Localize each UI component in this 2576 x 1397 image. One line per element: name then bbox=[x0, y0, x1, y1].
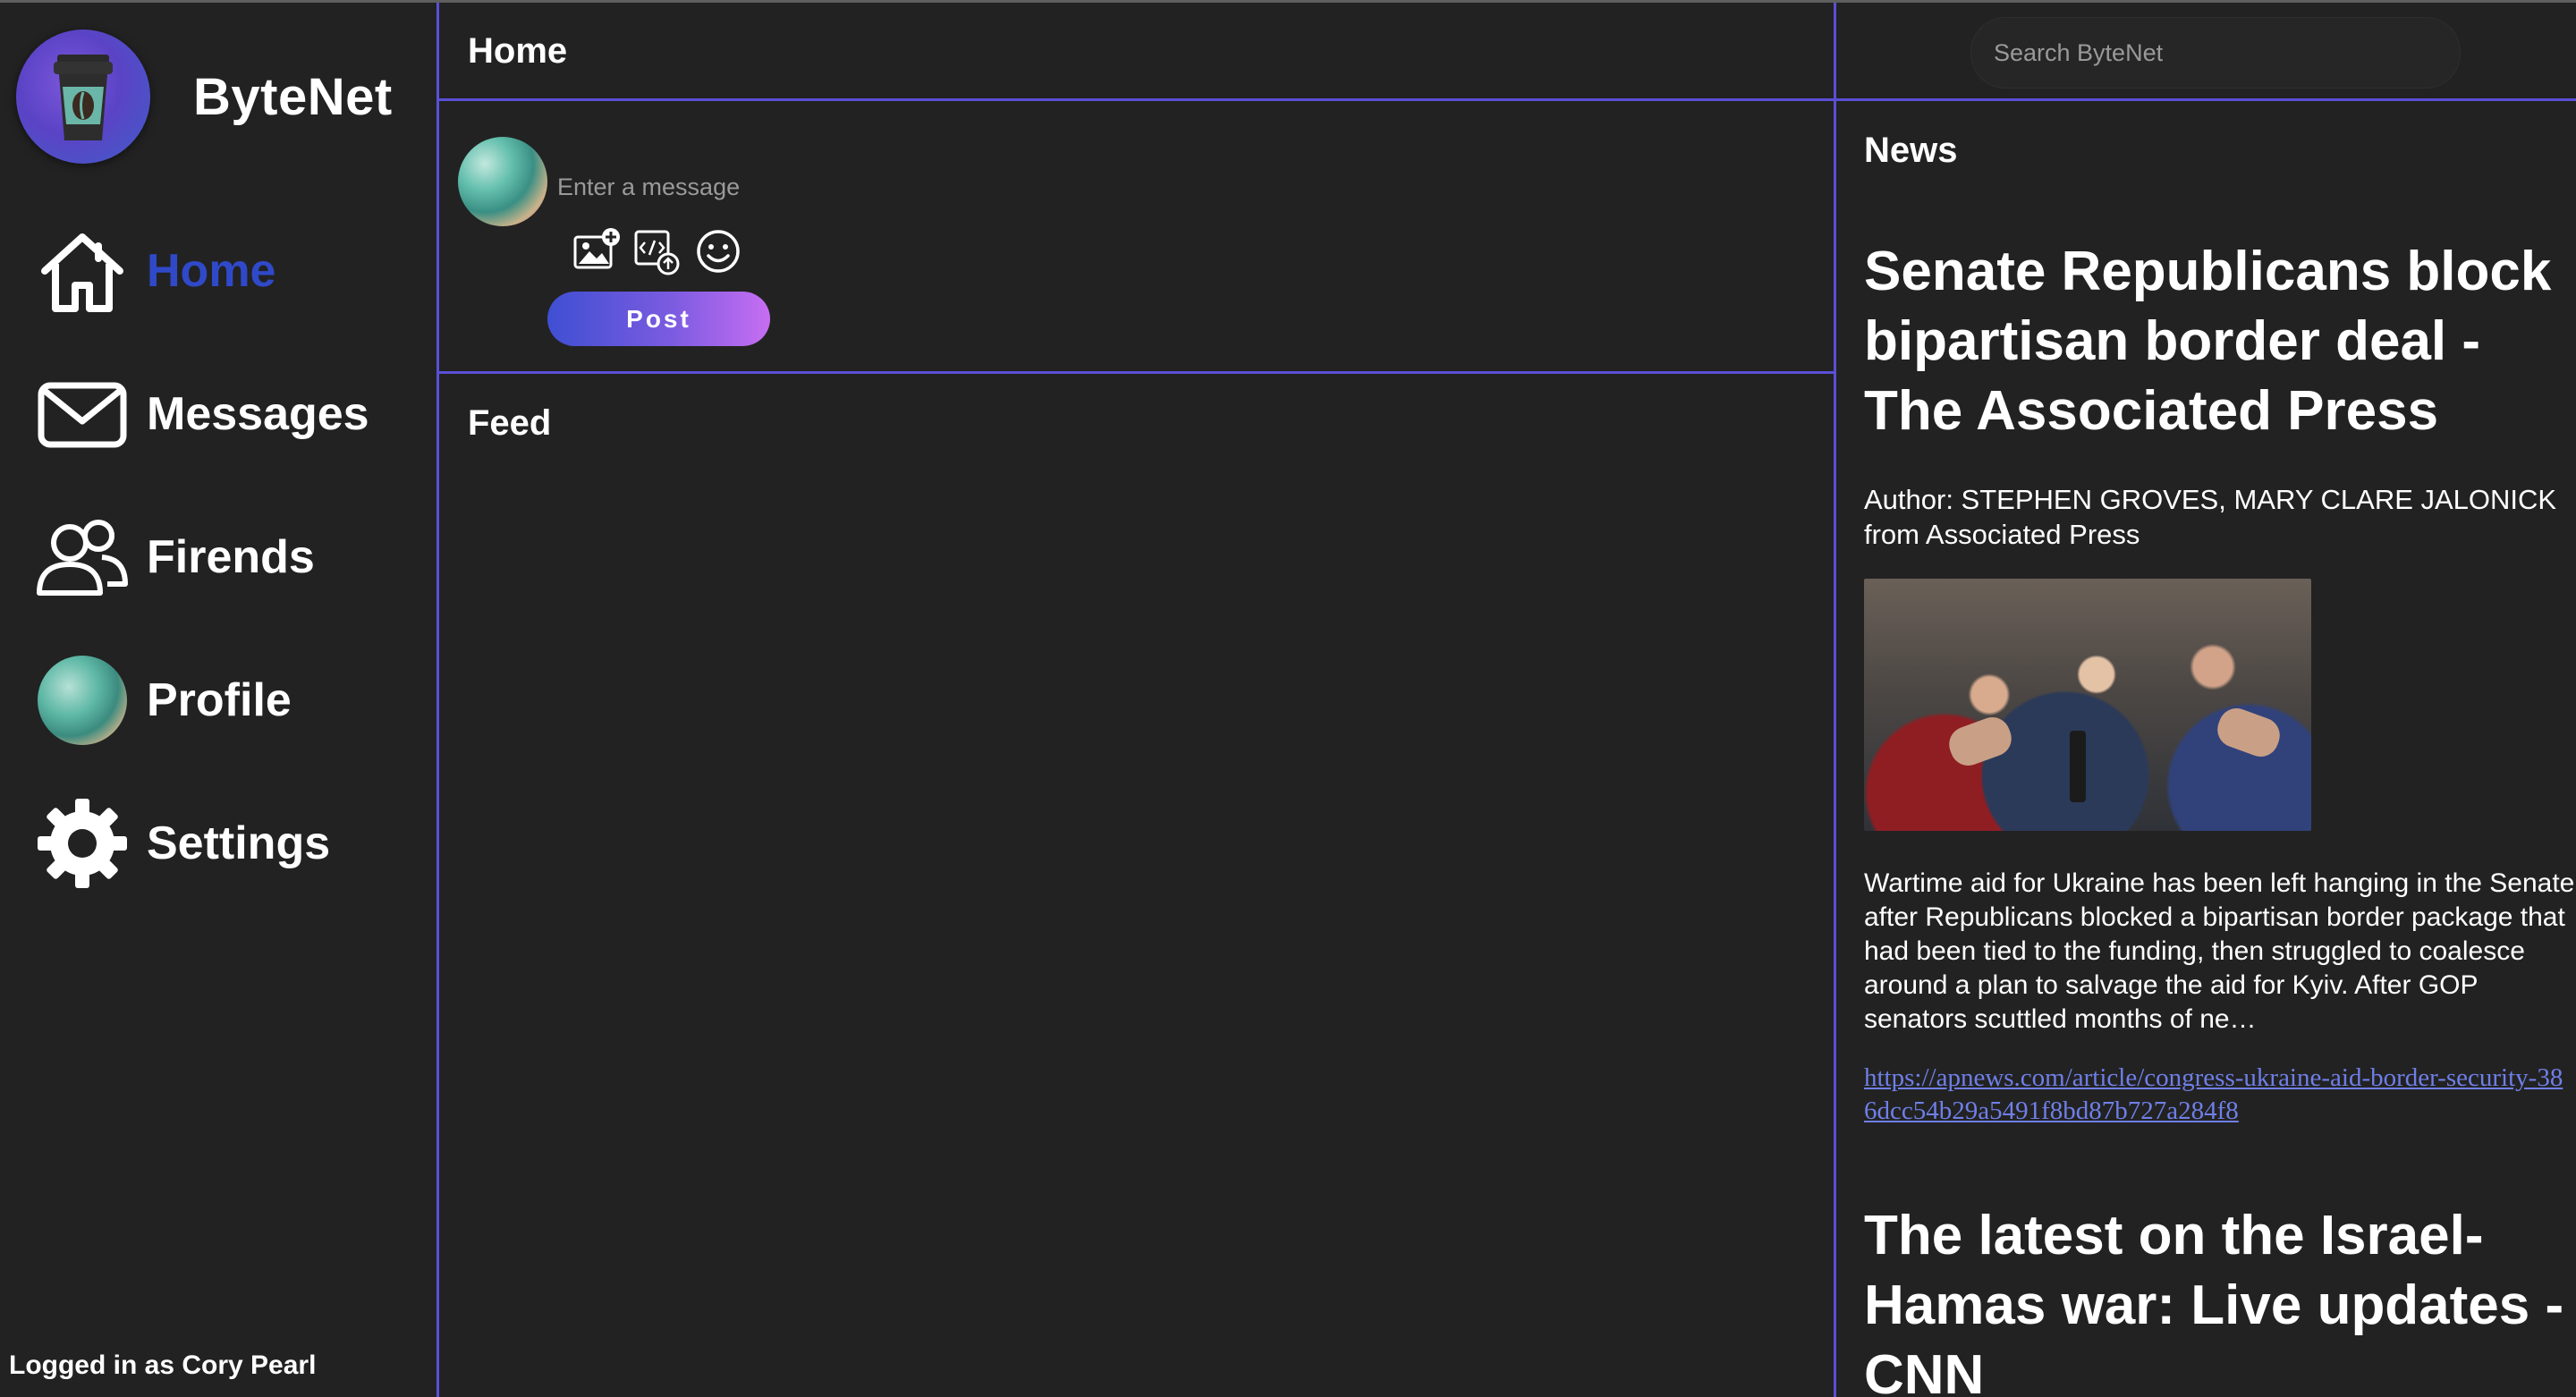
news-title: News bbox=[1864, 131, 1958, 170]
article-link[interactable]: https://apnews.com/article/congress-ukra… bbox=[1864, 1062, 2575, 1128]
page-title: Home bbox=[468, 31, 568, 71]
profile-avatar bbox=[38, 656, 127, 745]
sidebar-item-label: Home bbox=[147, 245, 276, 297]
sidebar-item-label: Settings bbox=[147, 817, 331, 869]
news-article: Senate Republicans block bipartisan bord… bbox=[1864, 237, 2575, 1128]
sidebar-item-label: Firends bbox=[147, 531, 315, 583]
feed-title: Feed bbox=[468, 403, 552, 443]
composer-avatar bbox=[458, 137, 547, 226]
sidebar-nav: Home Messages Firends Profile Settings bbox=[36, 226, 369, 942]
article-image bbox=[1864, 579, 2311, 831]
gear-icon bbox=[36, 797, 129, 890]
bytenet-logo[interactable] bbox=[16, 30, 150, 164]
article-summary: Wartime aid for Ukraine has been left ha… bbox=[1864, 868, 2575, 1034]
sidebar-item-settings[interactable]: Settings bbox=[36, 799, 369, 888]
image-add-icon[interactable] bbox=[572, 226, 622, 276]
main-column: Home Enter a message Post Feed bbox=[439, 3, 1834, 1397]
article-title: Senate Republicans block bipartisan bord… bbox=[1864, 241, 2552, 442]
sidebar-item-label: Profile bbox=[147, 674, 292, 726]
sidebar: ByteNet Home Messages Firends Profile Se… bbox=[0, 3, 436, 1397]
sidebar-item-profile[interactable]: Profile bbox=[36, 656, 369, 745]
sidebar-item-friends[interactable]: Firends bbox=[36, 512, 369, 602]
friends-icon bbox=[36, 511, 129, 604]
news-panel: News Senate Republicans block bipartisan… bbox=[1836, 3, 2576, 1397]
sidebar-item-home[interactable]: Home bbox=[36, 226, 369, 316]
envelope-icon bbox=[36, 368, 129, 461]
message-input[interactable] bbox=[555, 168, 1364, 206]
article-title[interactable]: The latest on the Israel-Hamas war: Live… bbox=[1864, 1201, 2575, 1397]
home-icon bbox=[36, 224, 129, 318]
post-button[interactable]: Post bbox=[547, 292, 770, 346]
brand-name: ByteNet bbox=[193, 68, 393, 126]
sidebar-item-label: Messages bbox=[147, 388, 369, 440]
sidebar-item-messages[interactable]: Messages bbox=[36, 369, 369, 459]
emoji-icon[interactable] bbox=[693, 226, 743, 276]
logged-in-status: Logged in as Cory Pearl bbox=[9, 1350, 317, 1380]
code-upload-icon[interactable] bbox=[632, 226, 682, 276]
search-input[interactable] bbox=[1970, 17, 2461, 89]
article-author: Author: STEPHEN GROVES, MARY CLARE JALON… bbox=[1864, 484, 2557, 550]
coffee-cup-icon bbox=[54, 55, 113, 140]
composer-tools bbox=[572, 226, 743, 276]
news-article: The latest on the Israel-Hamas war: Live… bbox=[1864, 1201, 2575, 1397]
